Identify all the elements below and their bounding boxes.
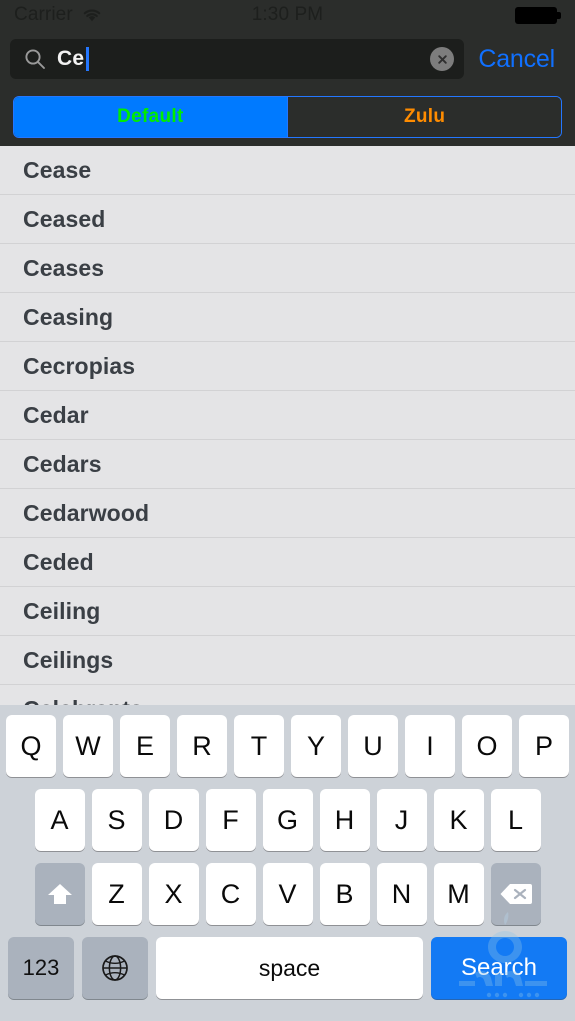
results-list[interactable]: Cease Ceased Ceases Ceasing Cecropias Cedar Ce… [0,146,575,705]
phone-screen: Carrier 1:30 PM Ce Cancel Default Zulu C… [0,0,575,1021]
segmented-control: Default Zulu [13,96,562,138]
key-m[interactable]: M [433,863,484,925]
list-item-label: Cedars [23,450,102,477]
list-item[interactable]: Ceases [0,244,575,293]
clear-search-button[interactable] [430,47,455,71]
tab-default-label: Default [117,106,184,127]
keyboard-row-2: ASDFGHJKL [0,789,575,851]
tab-zulu-label: Zulu [403,106,446,127]
key-w[interactable]: W [63,715,113,777]
list-item-label: Ceilings [23,646,114,673]
key-l[interactable]: L [490,789,541,851]
key-s[interactable]: S [91,789,142,851]
list-item-label: Cedarwood [23,499,150,526]
list-item[interactable]: Cedar [0,391,575,440]
key-u[interactable]: U [348,715,398,777]
key-g[interactable]: G [262,789,313,851]
globe-icon [102,955,128,981]
key-i[interactable]: I [405,715,455,777]
list-item[interactable]: Ceiling [0,587,575,636]
list-item-label: Ceases [23,254,105,281]
key-n[interactable]: N [376,863,427,925]
space-key[interactable]: space [156,937,423,999]
key-h[interactable]: H [319,789,370,851]
list-item[interactable]: Cedars [0,440,575,489]
key-b[interactable]: B [319,863,370,925]
list-item[interactable]: Ceased [0,195,575,244]
key-c[interactable]: C [205,863,256,925]
list-item[interactable]: Cease [0,146,575,195]
list-item-label: Celebrants [23,696,143,706]
list-item[interactable]: Ceasing [0,293,575,342]
key-v[interactable]: V [262,863,313,925]
cancel-button[interactable]: Cancel [464,45,565,74]
list-item[interactable]: Cecropias [0,342,575,391]
keyboard: QWERTYUIOP ASDFGHJKL ZXCVBNM 123 space S… [0,705,575,1021]
backspace-delete-icon [500,884,532,904]
key-k[interactable]: K [433,789,484,851]
list-item-label: Cease [23,156,92,183]
backspace-key[interactable] [490,863,541,925]
search-input[interactable]: Ce [10,39,465,79]
key-r[interactable]: R [177,715,227,777]
status-bar: Carrier 1:30 PM [0,0,575,30]
key-t[interactable]: T [234,715,284,777]
key-z[interactable]: Z [91,863,142,925]
tab-default[interactable]: Default [14,97,287,137]
shift-arrow-up-icon [47,884,72,904]
close-icon [438,54,447,64]
shift-key[interactable] [34,863,85,925]
key-p[interactable]: P [519,715,569,777]
key-f[interactable]: F [205,789,256,851]
search-bar: Ce Cancel [0,30,575,88]
status-bar-center: 1:30 PM [0,4,575,26]
key-d[interactable]: D [148,789,199,851]
keyboard-row-1: QWERTYUIOP [0,715,575,777]
list-item[interactable]: Ceded [0,538,575,587]
keyboard-row-4: 123 space Search [0,937,575,999]
list-item[interactable]: Celebrants [0,685,575,705]
list-item-label: Ceded [23,548,94,575]
keyboard-row-3-letters: ZXCVBNM [91,863,484,925]
segmented-control-wrap: Default Zulu [0,88,575,146]
tab-zulu[interactable]: Zulu [288,97,561,137]
clock-label: 1:30 PM [251,4,324,25]
search-text-wrap: Ce [57,39,430,79]
key-y[interactable]: Y [291,715,341,777]
key-o[interactable]: O [462,715,512,777]
list-rows: Cease Ceased Ceases Ceasing Cecropias Cedar Ce… [0,146,575,705]
list-item-label: Ceiling [23,597,101,624]
search-icon [25,49,45,69]
key-a[interactable]: A [34,789,85,851]
key-x[interactable]: X [148,863,199,925]
list-item-label: Cedar [23,401,89,428]
search-value: Ce [57,47,85,70]
text-caret [86,47,90,71]
key-e[interactable]: E [120,715,170,777]
key-q[interactable]: Q [6,715,56,777]
search-key[interactable]: Search [431,937,567,999]
list-item-label: Ceased [23,205,106,232]
keyboard-row-3: ZXCVBNM [0,863,575,925]
battery-icon [515,7,561,24]
numbers-key[interactable]: 123 [8,937,74,999]
list-item[interactable]: Ceilings [0,636,575,685]
list-item[interactable]: Cedarwood [0,489,575,538]
key-j[interactable]: J [376,789,427,851]
list-item-label: Cecropias [23,352,136,379]
globe-key[interactable] [82,937,148,999]
list-item-label: Ceasing [23,303,114,330]
